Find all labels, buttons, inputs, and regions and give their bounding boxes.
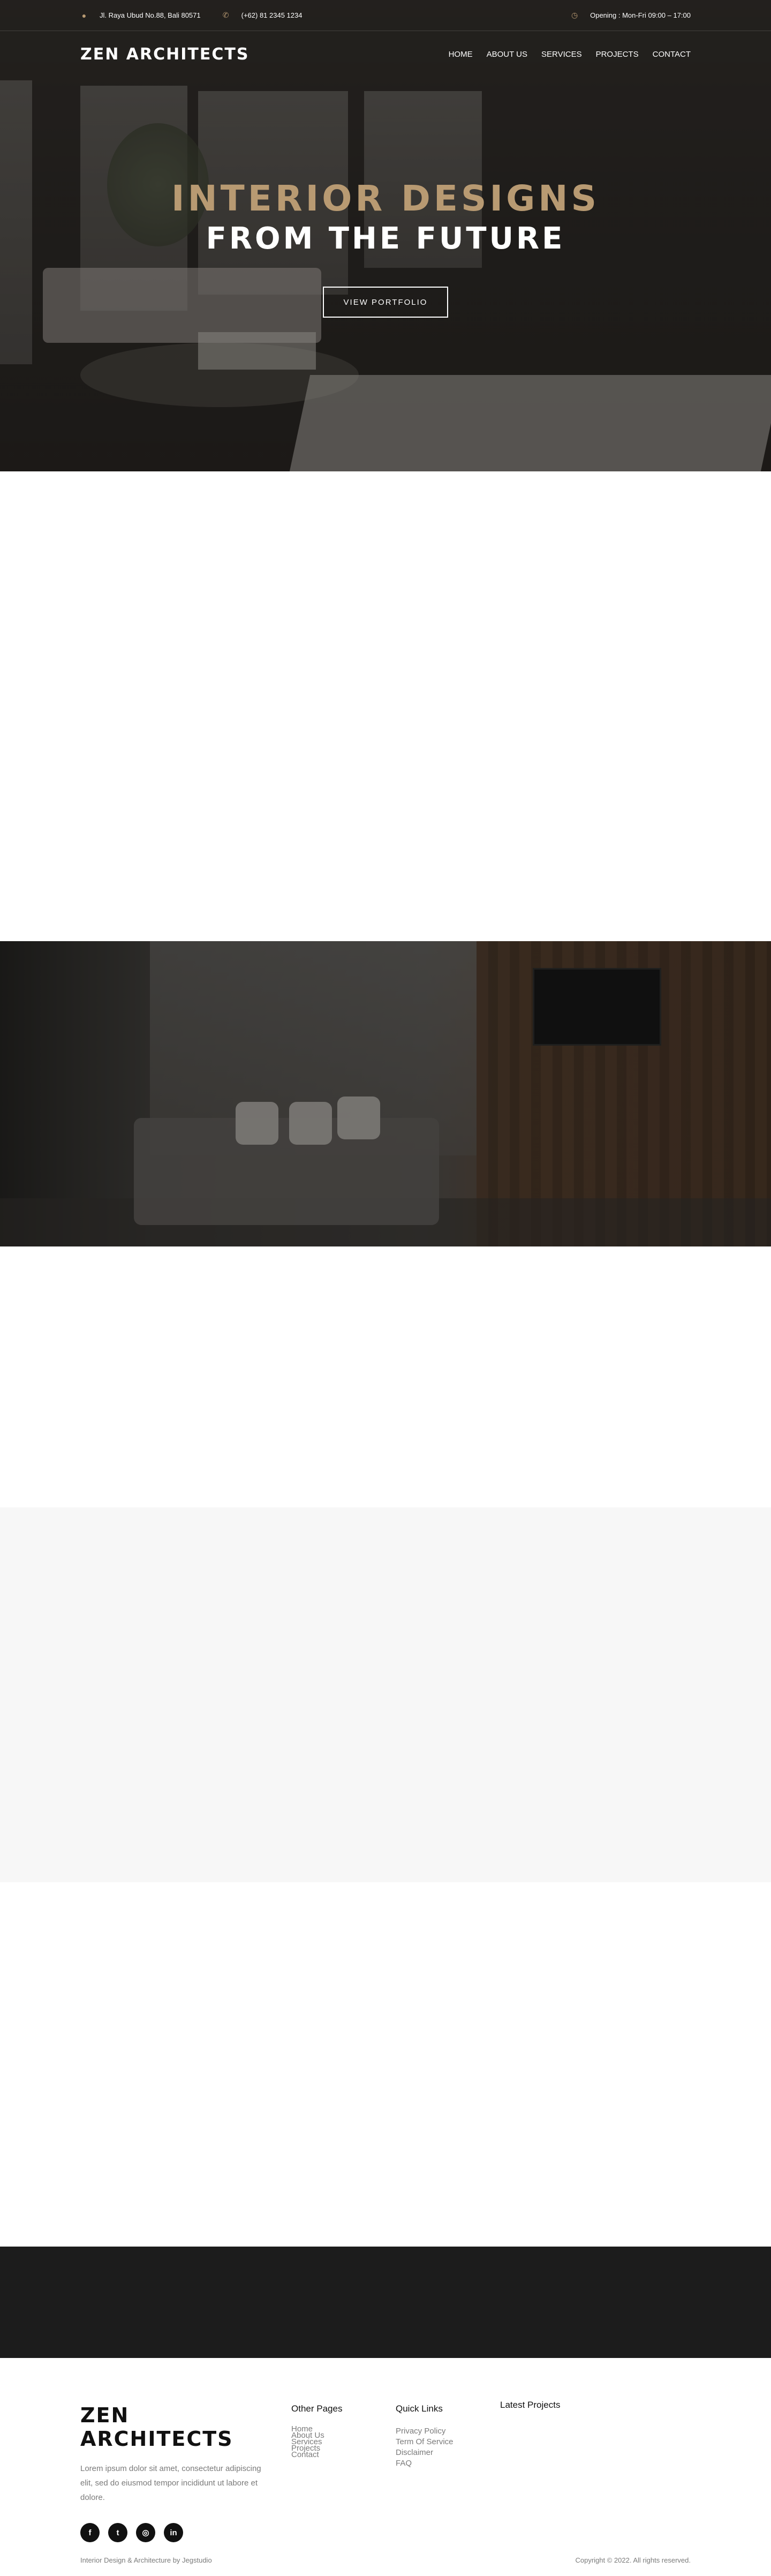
cta-section [0,2247,771,2358]
instagram-icon[interactable]: ◎ [136,2523,155,2542]
main-navbar: ZEN ARCHITECTS HOME ABOUT US SERVICES PR… [0,31,771,77]
hero-content: INTERIOR DESIGNS FROM THE FUTURE VIEW PO… [0,179,771,318]
footer-latest-projects: Latest Projects [500,2400,560,2422]
main-nav: HOME ABOUT US SERVICES PROJECTS CONTACT [449,50,691,59]
nav-home[interactable]: HOME [449,50,473,59]
opening-hours-text: Opening : Mon-Fri 09:00 – 17:00 [590,11,691,19]
social-links: f t ◎ in [80,2523,273,2542]
address-text: Jl. Raya Ubud No.88, Bali 80571 [100,11,201,19]
footer-copyright: Copyright © 2022. All rights reserved. [575,2556,691,2564]
testimonials-section [0,1882,771,2247]
hero-title-line2: FROM THE FUTURE [206,221,565,256]
nav-about-us[interactable]: ABOUT US [487,50,527,59]
address-info: ● Jl. Raya Ubud No.88, Bali 80571 [80,11,201,20]
clock-icon: ◷ [571,11,578,19]
latest-projects-title: Latest Projects [500,2400,561,2410]
quick-links-title: Quick Links [396,2404,443,2414]
hero-title-line1: INTERIOR DESIGNS [171,178,600,219]
view-portfolio-button[interactable]: VIEW PORTFOLIO [323,286,448,318]
footer-description: Lorem ipsum dolor sit amet, consectetur … [80,2464,261,2502]
projects-section [0,1507,771,1882]
footer-credit: Interior Design & Architecture by Jegstu… [80,2556,212,2564]
footer-about: ZEN ARCHITECTS Lorem ipsum dolor sit ame… [80,2404,273,2542]
site-logo[interactable]: ZEN ARCHITECTS [80,45,249,64]
linkedin-icon[interactable]: in [164,2523,183,2542]
opening-hours-info: ◷ Opening : Mon-Fri 09:00 – 17:00 [571,11,691,20]
nav-contact[interactable]: CONTACT [653,50,691,59]
footer-link-contact[interactable]: Contact [291,2451,342,2459]
nav-projects[interactable]: PROJECTS [596,50,639,59]
phone-icon: ✆ [222,11,229,19]
top-info-bar: ● Jl. Raya Ubud No.88, Bali 80571 ✆ (+62… [0,0,771,31]
footer-link-terms[interactable]: Term Of Service [396,2437,453,2447]
footer-other-pages: Other Pages Home About Us Services Proje… [291,2404,343,2459]
phone-text: (+62) 81 2345 1234 [241,11,303,19]
other-pages-title: Other Pages [291,2404,343,2414]
footer-quick-links: Quick Links Privacy Policy Term Of Servi… [396,2404,453,2469]
nav-services[interactable]: SERVICES [541,50,582,59]
facebook-icon[interactable]: f [80,2523,100,2542]
footer-link-faq[interactable]: FAQ [396,2458,453,2469]
footer-logo[interactable]: ZEN ARCHITECTS [80,2404,273,2451]
hero-section: ● Jl. Raya Ubud No.88, Bali 80571 ✆ (+62… [0,0,771,471]
living-room-banner [0,941,771,1246]
footer-bottom-bar: Interior Design & Architecture by Jegstu… [80,2556,691,2564]
phone-info: ✆ (+62) 81 2345 1234 [222,11,303,20]
about-section [0,471,771,941]
site-footer: ZEN ARCHITECTS Lorem ipsum dolor sit ame… [0,2358,771,2576]
map-pin-icon: ● [81,11,87,20]
footer-link-privacy-policy[interactable]: Privacy Policy [396,2426,453,2437]
twitter-icon[interactable]: t [108,2523,127,2542]
footer-link-disclaimer[interactable]: Disclaimer [396,2447,453,2458]
services-section [0,1246,771,1507]
